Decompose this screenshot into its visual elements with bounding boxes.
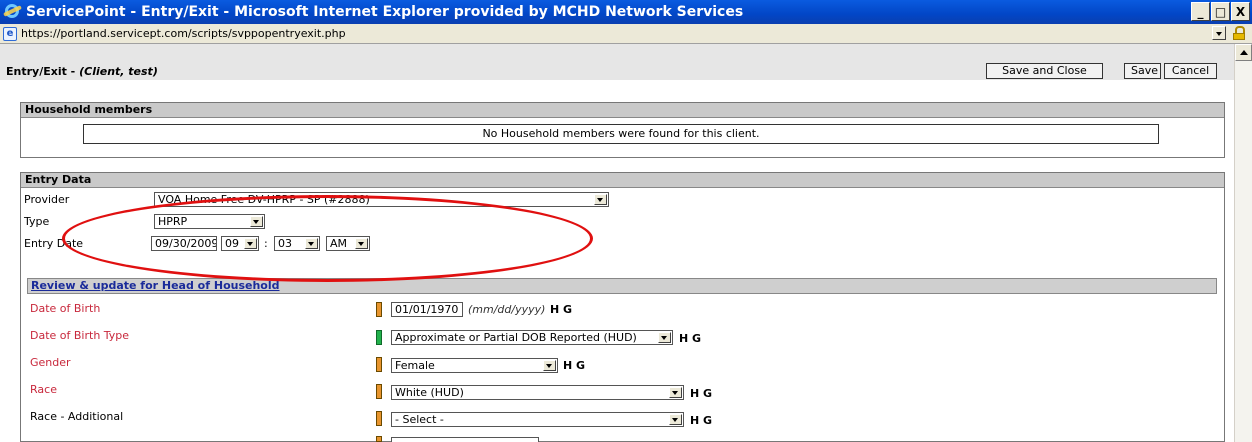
chevron-down-icon (594, 194, 607, 205)
window-controls: _ □ X (1191, 2, 1250, 21)
page-header: Entry/Exit - (Client, test) Save and Clo… (0, 44, 1234, 80)
gender-label: Gender (30, 356, 71, 369)
chevron-down-icon (669, 414, 682, 425)
date-format-hint: (mm/dd/yyyy) (468, 303, 546, 316)
required-indicator (376, 384, 382, 399)
chevron-down-icon (658, 332, 671, 343)
save-button[interactable]: Save (1124, 63, 1161, 79)
chevron-down-icon (244, 238, 257, 249)
internet-explorer-icon (4, 3, 22, 21)
chevron-down-icon (305, 238, 318, 249)
date-of-birth-type-select[interactable]: Approximate or Partial DOB Reported (HUD… (391, 330, 673, 345)
minimize-button[interactable]: _ (1191, 2, 1210, 21)
chevron-down-icon (250, 216, 263, 227)
hg-marker: H G (679, 332, 702, 345)
hg-marker: H G (690, 387, 713, 400)
household-members-heading: Household members (21, 103, 1224, 118)
hg-marker: H G (563, 359, 586, 372)
address-dropdown-icon[interactable] (1212, 26, 1226, 40)
gender-value: Female (395, 359, 435, 372)
chevron-down-icon (543, 360, 556, 371)
save-and-close-button[interactable]: Save and Close (986, 63, 1103, 79)
entry-data-section: Entry Data (20, 172, 1225, 442)
page-content: Entry/Exit - (Client, test) Save and Clo… (0, 44, 1234, 442)
window-title-bar: ServicePoint - Entry/Exit - Microsoft In… (0, 0, 1252, 24)
review-head-of-household-link[interactable]: Review & update for Head of Household (28, 279, 280, 292)
page-icon: e (3, 26, 17, 41)
gender-select[interactable]: Female (391, 358, 558, 373)
time-separator: : (264, 237, 268, 250)
cancel-button[interactable]: Cancel (1164, 63, 1217, 79)
race-label: Race (30, 383, 57, 396)
entry-hour-value: 09 (225, 237, 239, 250)
entry-data-heading: Entry Data (21, 173, 1224, 188)
date-of-birth-type-value: Approximate or Partial DOB Reported (HUD… (395, 331, 637, 344)
race-additional-select[interactable]: - Select - (391, 412, 684, 427)
entry-date-field[interactable]: 09/30/2009 (151, 236, 217, 251)
hg-marker: H G (690, 414, 713, 427)
type-label: Type (24, 215, 50, 228)
required-indicator (376, 357, 382, 372)
complete-indicator (376, 330, 382, 345)
provider-select[interactable]: VOA Home Free DV-HPRP - SP (#2888) (154, 192, 609, 207)
race-additional-label: Race - Additional (30, 410, 124, 423)
race-value: White (HUD) (395, 386, 464, 399)
required-indicator (376, 302, 382, 317)
address-bar[interactable]: e https://portland.servicept.com/scripts… (0, 24, 1252, 44)
type-select[interactable]: HPRP (154, 214, 265, 229)
page-title: Entry/Exit - (Client, test) (6, 65, 158, 78)
entry-date-label: Entry Date (24, 237, 84, 250)
date-of-birth-type-label: Date of Birth Type (30, 329, 130, 342)
close-button[interactable]: X (1231, 2, 1250, 21)
provider-label: Provider (24, 193, 70, 206)
hg-marker: H G (550, 303, 573, 316)
optional-indicator (376, 411, 382, 426)
next-field-partial[interactable] (391, 437, 539, 442)
scroll-up-arrow-icon[interactable] (1235, 44, 1252, 61)
address-url[interactable]: https://portland.servicept.com/scripts/s… (21, 27, 346, 40)
required-indicator (376, 436, 382, 442)
entry-hour-select[interactable]: 09 (221, 236, 259, 251)
date-of-birth-field[interactable]: 01/01/1970 (391, 302, 463, 317)
entry-ampm-select[interactable]: AM (326, 236, 370, 251)
review-head-of-household-header: Review & update for Head of Household (27, 278, 1217, 294)
chevron-down-icon (669, 387, 682, 398)
household-members-section: Household members No Household members w… (20, 102, 1225, 158)
date-of-birth-label: Date of Birth (30, 302, 101, 315)
vertical-scrollbar[interactable] (1234, 44, 1252, 442)
entry-ampm-value: AM (330, 237, 348, 250)
lock-icon[interactable] (1233, 26, 1245, 40)
maximize-button[interactable]: □ (1211, 2, 1230, 21)
type-select-value: HPRP (158, 215, 188, 228)
chevron-down-icon (355, 238, 368, 249)
window-title: ServicePoint - Entry/Exit - Microsoft In… (26, 4, 744, 20)
provider-select-value: VOA Home Free DV-HPRP - SP (#2888) (158, 193, 370, 206)
entry-minute-value: 03 (278, 237, 292, 250)
page-title-client: (Client, test) (79, 65, 158, 78)
race-select[interactable]: White (HUD) (391, 385, 684, 400)
race-additional-value: - Select - (395, 413, 444, 426)
household-empty-message: No Household members were found for this… (83, 124, 1159, 144)
entry-minute-select[interactable]: 03 (274, 236, 320, 251)
